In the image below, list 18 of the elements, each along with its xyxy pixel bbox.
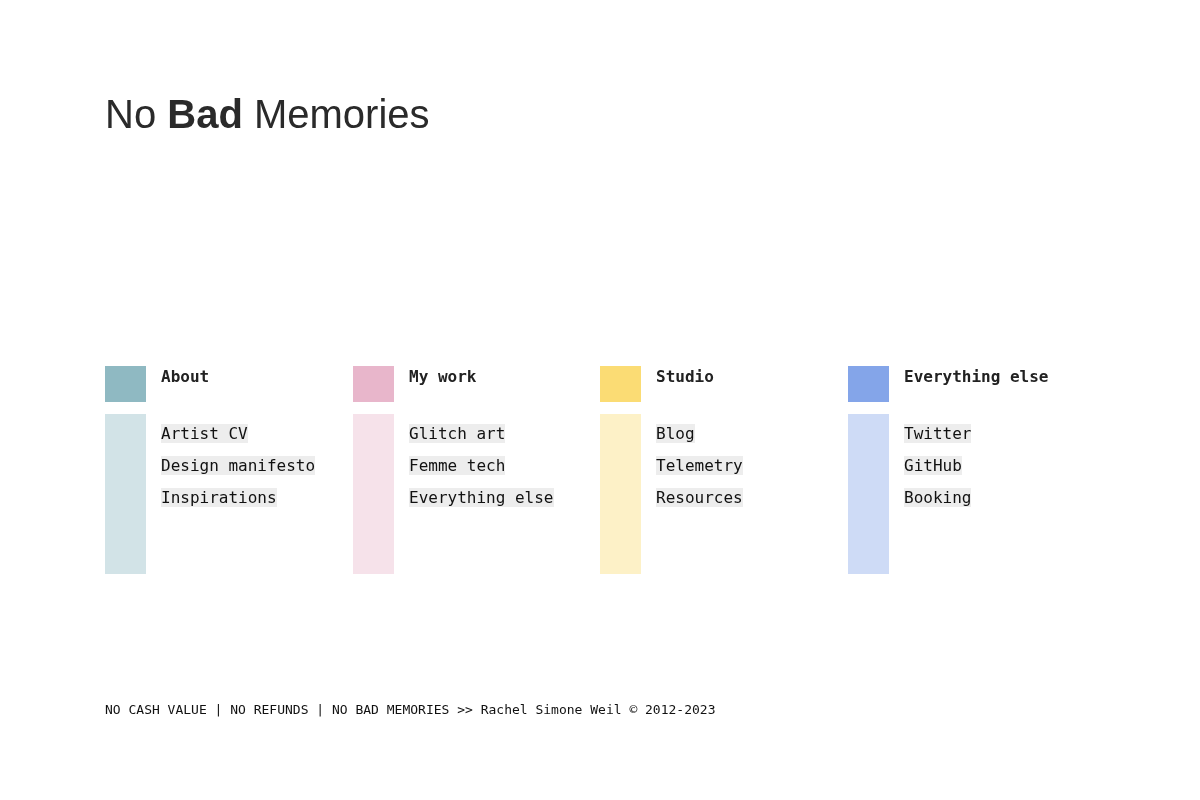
site-title: No Bad Memories [105, 91, 430, 138]
nav-link[interactable]: Everything else [409, 488, 554, 507]
nav-link[interactable]: Resources [656, 488, 743, 507]
section-heading: Everything else [904, 366, 1049, 388]
nav-link[interactable]: Booking [904, 488, 972, 507]
nav-link[interactable]: Inspirations [161, 488, 277, 507]
section-heading: My work [409, 366, 477, 388]
nav-link[interactable]: Telemetry [656, 456, 743, 475]
nav-link[interactable]: Blog [656, 424, 695, 443]
section-heading: About [161, 366, 210, 388]
nav-link[interactable]: Twitter [904, 424, 972, 443]
nav-link[interactable]: Femme tech [409, 456, 506, 475]
section-heading: Studio [656, 366, 714, 388]
nav-link[interactable]: Design manifesto [161, 456, 316, 475]
footer-text: NO CASH VALUE | NO REFUNDS | NO BAD MEMORIES >> Rachel Simone Weil © 2012-2023 [105, 702, 716, 718]
nav-link[interactable]: GitHub [904, 456, 962, 475]
nav-link[interactable]: Glitch art [409, 424, 506, 443]
nav-link[interactable]: Artist CV [161, 424, 248, 443]
